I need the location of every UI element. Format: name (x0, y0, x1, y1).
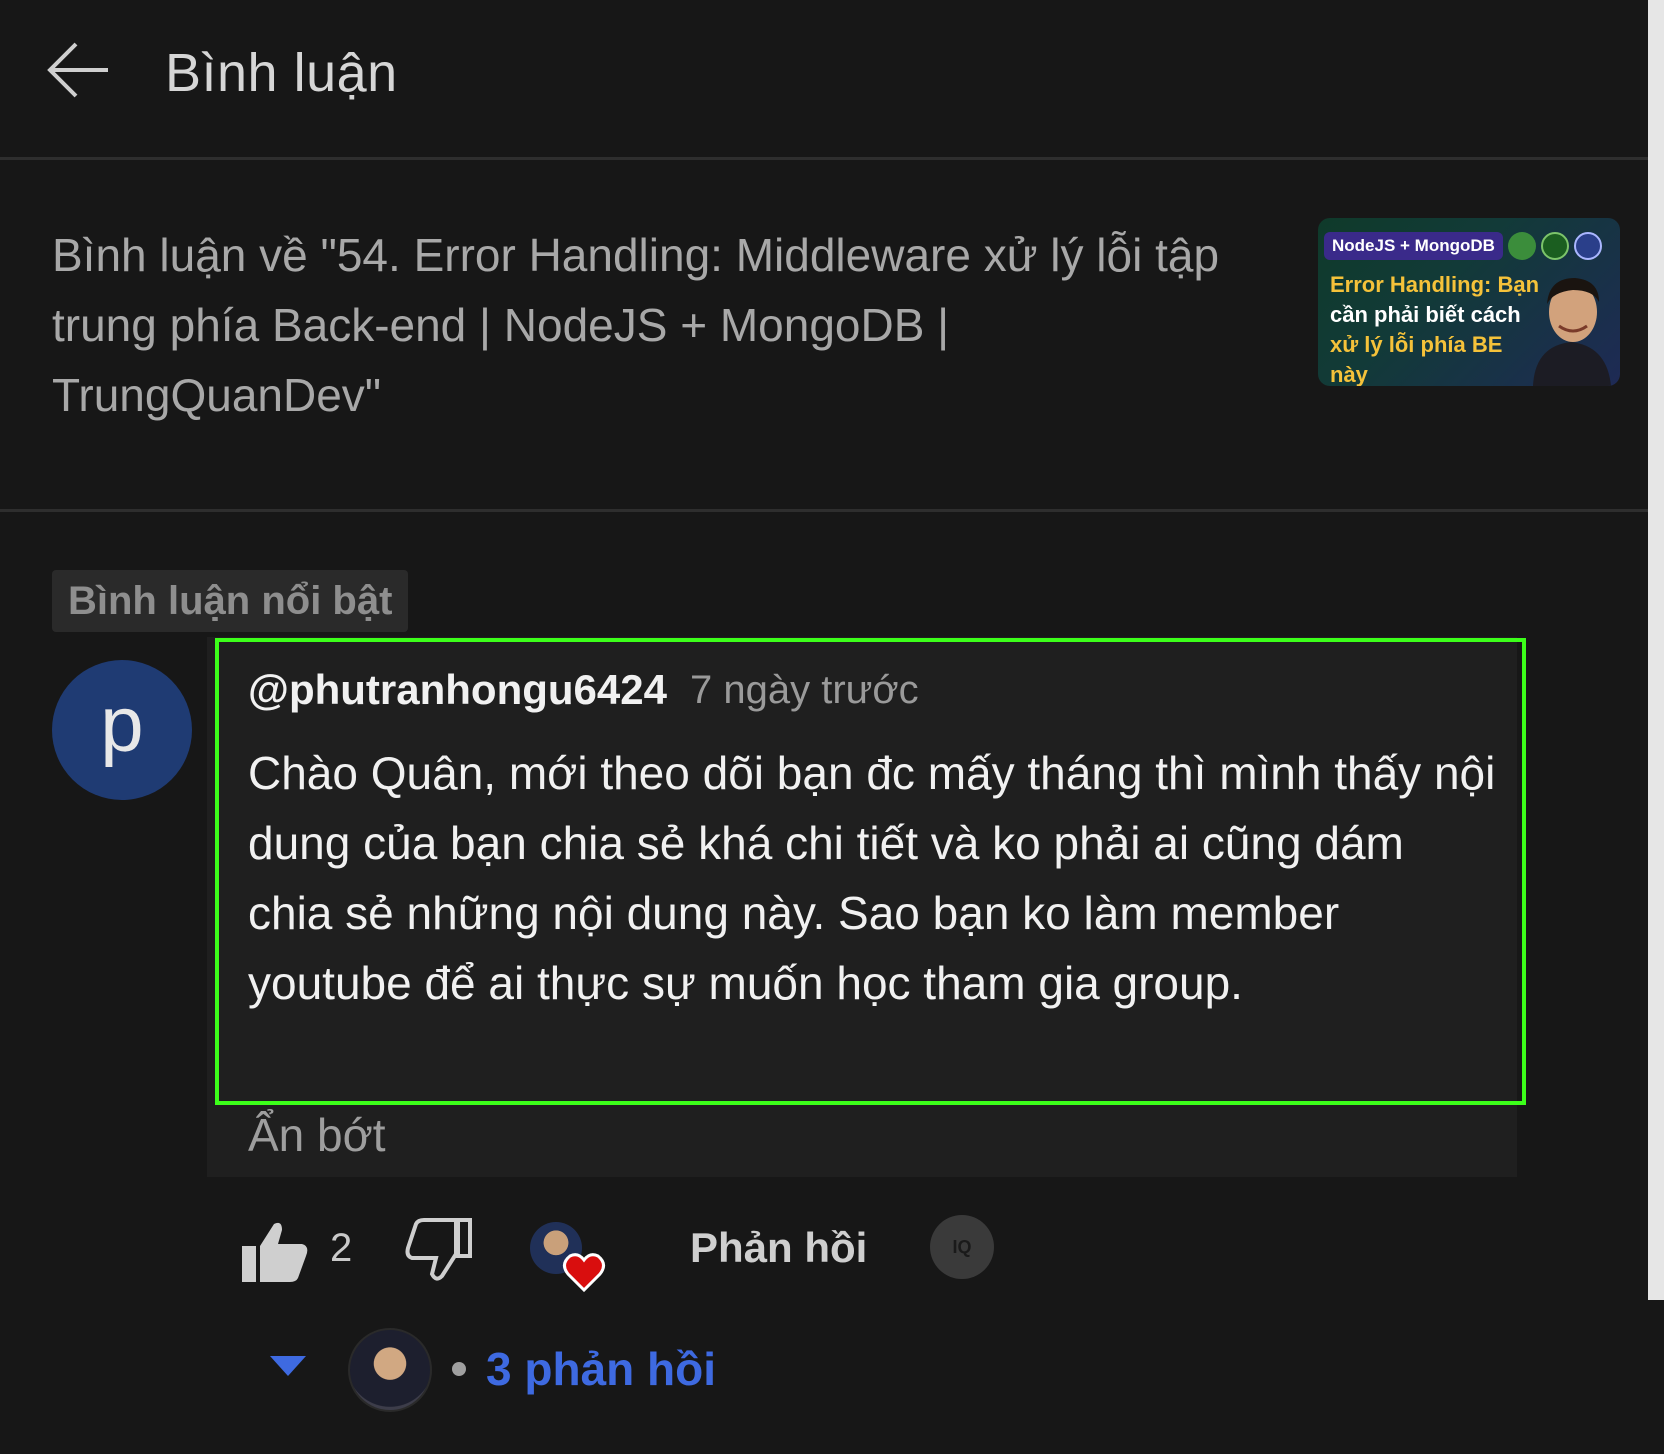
iq-extension-button[interactable]: IQ (930, 1215, 994, 1279)
thumbnail-line-3: xử lý lỗi phía BE này (1330, 332, 1503, 386)
video-info: Bình luận về "54. Error Handling: Middle… (0, 160, 1664, 512)
thumbnail-line-1: Error Handling: Bạn (1330, 272, 1540, 297)
thumbnail-tag: NodeJS + MongoDB (1324, 232, 1503, 260)
heart-icon (563, 1253, 605, 1293)
comment-timestamp: 7 ngày trước (690, 668, 919, 712)
presenter-image (1533, 278, 1611, 386)
page-title: Bình luận (165, 43, 398, 103)
thumbnail-badges (1508, 232, 1602, 262)
comment-text: Chào Quân, mới theo dõi bạn đc mấy tháng… (248, 747, 1496, 1009)
separator-dot (452, 1362, 466, 1376)
thumbnail-text: Error Handling: Bạn cần phải biết cách x… (1330, 270, 1540, 386)
header: Bình luận (0, 0, 1664, 160)
like-button[interactable] (240, 1218, 310, 1284)
like-count: 2 (330, 1226, 353, 1270)
caret-down-icon (270, 1356, 306, 1376)
creator-heart-badge (530, 1222, 610, 1298)
show-less-button[interactable]: Ẩn bớt (248, 1108, 386, 1162)
video-title: Bình luận về "54. Error Handling: Middle… (52, 229, 1220, 421)
nodejs-icon (1508, 232, 1536, 260)
video-thumbnail[interactable]: NodeJS + MongoDB Error Handling: Bạn cần… (1318, 218, 1620, 386)
comments-panel: Bình luận Bình luận về "54. Error Handli… (0, 0, 1664, 1454)
view-replies-button[interactable]: 3 phản hồi (270, 1320, 730, 1412)
arrow-left-icon (47, 42, 108, 98)
reply-button[interactable]: Phản hồi (690, 1224, 867, 1272)
replies-count: 3 phản hồi (486, 1343, 716, 1395)
iq-label: IQ (952, 1237, 972, 1257)
comment-author[interactable]: @phutranhongu6424 (248, 666, 667, 714)
back-button[interactable] (46, 40, 116, 106)
scrollbar[interactable] (1648, 0, 1664, 1300)
avatar[interactable]: p (52, 660, 192, 800)
thumbnail-line-2: cần phải biết cách (1330, 302, 1521, 327)
thumbs-down-icon (405, 1218, 472, 1281)
dislike-button[interactable] (404, 1218, 474, 1284)
thumbs-up-icon (242, 1222, 308, 1282)
creator-avatar (348, 1328, 432, 1412)
mongodb-icon (1541, 232, 1569, 260)
top-comments-chip[interactable]: Bình luận nổi bật (52, 570, 409, 632)
brand-icon (1574, 232, 1602, 260)
